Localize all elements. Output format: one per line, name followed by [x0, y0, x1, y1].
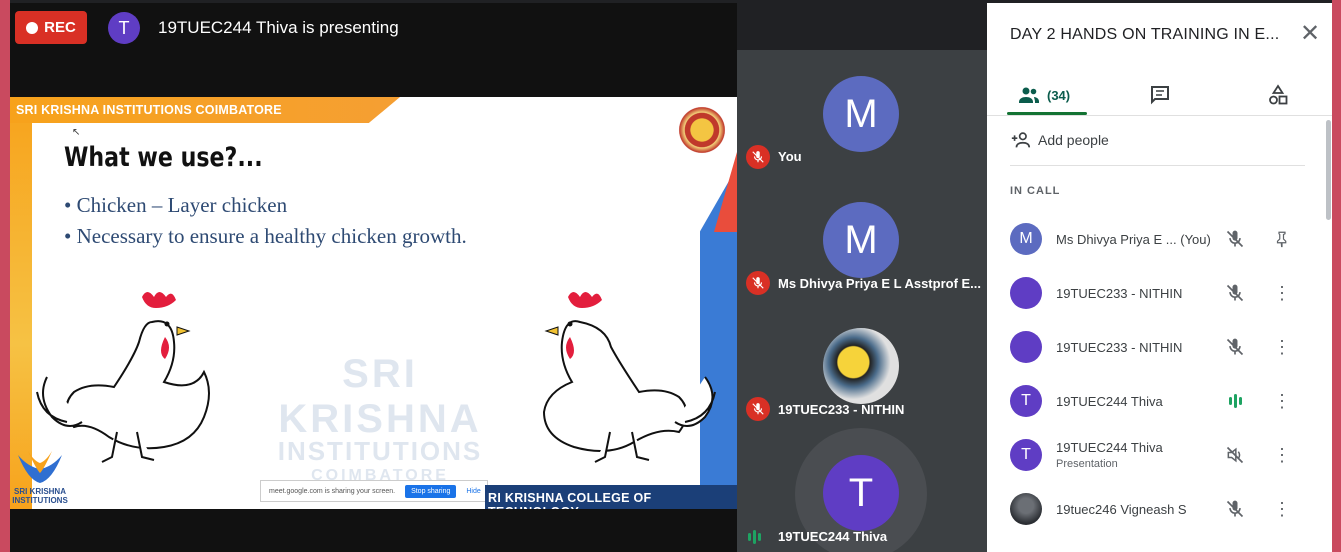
tab-activities[interactable] [1266, 75, 1290, 115]
tile-name: 19TUEC244 Thiva [778, 529, 888, 544]
mic-off-icon [1223, 497, 1247, 521]
mic-off-icon [1223, 281, 1247, 305]
participant-tiles: M You M Ms Dhivya Priya E L Asstprof E..… [737, 50, 987, 552]
tile-avatar: M [823, 202, 899, 278]
more-options-icon[interactable]: ⋮ [1270, 389, 1294, 413]
participant-tile[interactable]: M Ms Dhivya Priya E L Asstprof E... [737, 175, 987, 301]
participant-avatar-image [1010, 331, 1042, 363]
stop-sharing-button[interactable]: Stop sharing [405, 484, 457, 498]
slide-title: What we use?... [64, 142, 263, 173]
minion-avatar-image [823, 328, 899, 404]
watermark-line-2: INSTITUTIONS [277, 436, 483, 466]
participant-row[interactable]: T 19TUEC244 Thiva ⋮ [987, 374, 1332, 428]
presenter-avatar: T [108, 12, 140, 44]
share-notice-text: meet.google.com is sharing your screen. [269, 487, 396, 495]
hide-notice-link[interactable]: Hide [466, 488, 480, 495]
participant-subtitle: Presentation [1056, 458, 1118, 470]
slide-watermark: SRI KRISHNA INSTITUTIONS COIMBATORE [240, 352, 520, 485]
participant-row[interactable]: 19TUEC233 - NITHIN ⋮ [987, 266, 1332, 320]
participant-name: 19TUEC244 Thiva [1056, 394, 1163, 409]
slide-bullet: • Necessary to ensure a healthy chicken … [64, 224, 467, 248]
participant-name: 19tuec246 Vigneash S [1056, 502, 1187, 517]
people-count: (34) [1047, 87, 1071, 103]
rooster-illustration [542, 292, 716, 463]
presenter-status: 19TUEC244 Thiva is presenting [158, 18, 399, 37]
slide-footer-text: RI KRISHNA COLLEGE OF TECHNOLOGY [488, 491, 652, 509]
more-options-icon[interactable]: ⋮ [1270, 281, 1294, 305]
college-seal-logo [674, 105, 730, 155]
pin-icon[interactable] [1270, 227, 1294, 251]
people-icon [1019, 87, 1039, 103]
add-people-button[interactable]: Add people [1010, 129, 1109, 151]
screen-share-notice: meet.google.com is sharing your screen. … [260, 480, 488, 502]
volume-off-icon [1223, 443, 1247, 467]
participant-avatar: M [1010, 223, 1042, 255]
participant-name: 19TUEC233 - NITHIN [1056, 340, 1183, 355]
brand-caption: SRI KRISHNA INSTITUTIONS [12, 487, 68, 505]
mic-off-icon [746, 271, 770, 295]
recording-indicator[interactable]: REC [15, 11, 87, 44]
tile-name: You [778, 149, 802, 164]
mic-off-icon [746, 145, 770, 169]
participant-avatar: T [1010, 385, 1042, 417]
background-left-edge [0, 0, 10, 552]
participant-row[interactable]: 19tuec246 Vigneash S ⋮ [987, 482, 1332, 536]
recording-label: REC [44, 19, 76, 36]
participant-tile[interactable]: M You [737, 50, 987, 175]
rooster-illustration [36, 292, 210, 463]
tab-people[interactable]: (34) [1017, 75, 1070, 115]
activities-icon [1269, 84, 1288, 105]
chat-icon [1151, 86, 1169, 105]
tile-avatar: T [823, 455, 899, 531]
speaking-indicator-icon [748, 529, 761, 545]
more-options-icon[interactable]: ⋮ [1270, 335, 1294, 359]
participant-avatar-image [1010, 493, 1042, 525]
tile-name: Ms Dhivya Priya E L Asstprof E... [778, 276, 982, 291]
participant-name: 19TUEC244 Thiva [1056, 440, 1163, 455]
slide-bullet: • Chicken – Layer chicken [64, 193, 288, 217]
presentation-stage: REC T 19TUEC244 Thiva is presenting SRI … [10, 3, 737, 552]
add-person-icon [1011, 132, 1031, 148]
tab-divider [987, 115, 1332, 116]
close-icon[interactable]: ✕ [1298, 22, 1322, 47]
participant-name: Ms Dhivya Priya E ... (You) [1056, 232, 1211, 247]
record-dot-icon [26, 21, 39, 34]
people-panel: DAY 2 HANDS ON TRAINING IN E... ✕ (34) A… [987, 3, 1332, 552]
more-options-icon[interactable]: ⋮ [1270, 443, 1294, 467]
slide-right-accent [714, 152, 737, 232]
watermark-line-1: SRI KRISHNA [278, 352, 482, 441]
section-divider [1010, 165, 1305, 166]
mic-off-icon [1223, 227, 1247, 251]
mic-off-icon [1223, 335, 1247, 359]
participant-tile[interactable]: T 19TUEC244 Thiva [737, 428, 987, 552]
participant-row[interactable]: M Ms Dhivya Priya E ... (You) [987, 212, 1332, 266]
tab-chat[interactable] [1148, 75, 1172, 115]
meeting-title: DAY 2 HANDS ON TRAINING IN E... [1010, 26, 1280, 43]
participant-row[interactable]: T 19TUEC244 Thiva Presentation ⋮ [987, 428, 1332, 482]
tile-name: 19TUEC233 - NITHIN [778, 402, 905, 417]
participant-tile[interactable]: 19TUEC233 - NITHIN [737, 301, 987, 428]
panel-scrollbar[interactable] [1326, 120, 1331, 220]
shared-slide: SRI KRISHNA INSTITUTIONS COIMBATORE ↖ SR… [10, 97, 737, 509]
participant-row[interactable]: 19TUEC233 - NITHIN ⋮ [987, 320, 1332, 374]
speaking-indicator-icon [1223, 389, 1247, 413]
mic-off-icon [746, 397, 770, 421]
stage-top-bar: REC T 19TUEC244 Thiva is presenting [10, 3, 737, 51]
participant-avatar: T [1010, 439, 1042, 471]
background-right-edge [1332, 0, 1341, 552]
participant-avatar-image [1010, 277, 1042, 309]
in-call-heading: IN CALL [1010, 185, 1061, 197]
add-people-label: Add people [1038, 132, 1109, 148]
participant-name: 19TUEC233 - NITHIN [1056, 286, 1183, 301]
tile-avatar: M [823, 76, 899, 152]
mouse-cursor-icon: ↖ [72, 127, 81, 138]
more-options-icon[interactable]: ⋮ [1270, 497, 1294, 521]
slide-band-text: SRI KRISHNA INSTITUTIONS COIMBATORE [16, 103, 282, 117]
